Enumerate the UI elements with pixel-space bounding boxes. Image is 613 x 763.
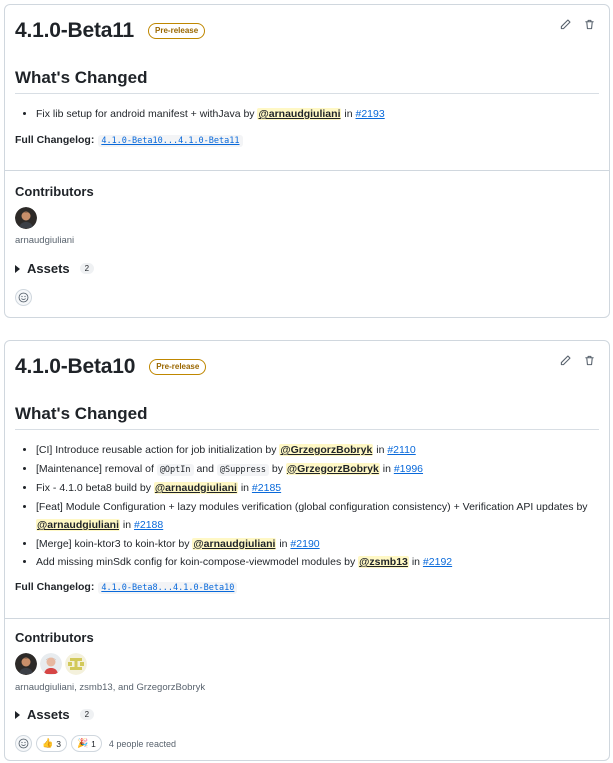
reaction-count: 1 [91,738,96,749]
release-actions [559,18,595,30]
contributors-heading: Contributors [15,184,94,199]
change-in-text: in [120,519,135,531]
release-title-row: 4.1.0-Beta11 Pre-release [15,19,206,43]
change-in-text: in [379,462,394,475]
change-in-text: in [237,482,252,494]
change-text: and [193,462,217,475]
change-text: [Feat] Module Configuration + lazy modul… [36,500,588,513]
reactions-bar [15,289,32,306]
change-text: [CI] Introduce reusable action for job i… [36,444,280,456]
list-item: Fix lib setup for android manifest + wit… [36,105,601,124]
change-in-text: in [341,108,356,120]
release-title[interactable]: 4.1.0-Beta11 [15,19,134,43]
reaction-hooray[interactable]: 🎉 1 [70,735,102,752]
user-mention-link[interactable]: @arnaudgiuliani [36,519,120,531]
change-text: [Merge] koin-ktor3 to koin-ktor by [36,537,193,550]
reaction-count: 3 [56,738,61,749]
change-in-text: in [276,537,291,550]
assets-count-badge: 2 [79,709,95,720]
avatar[interactable] [65,653,87,675]
divider [5,618,609,619]
reactions-bar: 👍 3 🎉 1 4 people reacted [15,735,176,752]
pr-link[interactable]: #2110 [387,444,415,456]
user-mention-link[interactable]: @GrzegorzBobryk [285,462,380,475]
assets-label: Assets [27,707,70,722]
caret-right-icon [15,710,20,719]
avatar[interactable] [15,207,37,229]
assets-label: Assets [27,261,70,276]
pr-link[interactable]: #2193 [356,108,385,120]
caret-right-icon [15,264,20,273]
release-card-beta11: 4.1.0-Beta11 Pre-release What's Changed … [4,4,610,318]
whats-changed-heading: What's Changed [15,68,599,94]
pr-link[interactable]: #2190 [290,538,319,550]
pr-link[interactable]: #2188 [134,519,163,531]
change-in-text: in [408,556,423,568]
contributor-avatars [15,653,87,675]
change-text: [Maintenance] removal of [36,462,157,475]
user-mention-link[interactable]: @arnaudgiuliani [153,482,238,494]
contributors-heading: Contributors [15,630,94,645]
change-in-text: in [373,444,388,456]
assets-toggle[interactable]: Assets 2 [15,261,95,276]
contributor-avatars [15,207,37,229]
changes-list: Fix lib setup for android manifest + wit… [36,105,601,124]
release-card-beta10: 4.1.0-Beta10 Pre-release What's Changed … [4,340,610,761]
avatar[interactable] [15,653,37,675]
user-mention-link[interactable]: @GrzegorzBobryk [279,444,374,456]
pr-link[interactable]: #2192 [423,556,452,568]
contributor-names[interactable]: arnaudgiuliani, zsmb13, and GrzegorzBobr… [15,682,205,693]
changelog-label: Full Changelog: [15,134,95,146]
changelog-label: Full Changelog: [15,581,95,593]
user-mention-link[interactable]: @arnaudgiuliani [257,108,342,120]
contributor-names[interactable]: arnaudgiuliani [15,235,74,246]
release-title[interactable]: 4.1.0-Beta10 [15,355,135,379]
release-actions [559,354,595,366]
reacted-summary: 4 people reacted [108,738,176,749]
pencil-icon[interactable] [559,354,571,366]
full-changelog: Full Changelog: 4.1.0-Beta8...4.1.0-Beta1… [15,581,238,594]
avatar[interactable] [40,653,62,675]
assets-toggle[interactable]: Assets 2 [15,707,95,722]
user-mention-link[interactable]: @arnaudgiuliani [192,537,277,550]
change-text: by [268,462,286,475]
list-item: [Merge] koin-ktor3 to koin-ktor by @arna… [36,535,601,554]
thumbs-up-icon: 👍 [42,738,54,749]
change-text: Fix - 4.1.0 beta8 build by [36,482,154,494]
pr-link[interactable]: #2185 [252,482,281,494]
changelog-link[interactable]: 4.1.0-Beta8...4.1.0-Beta10 [98,582,238,594]
code-optin: @OptIn [156,463,194,476]
divider [5,170,609,171]
smiley-icon[interactable] [15,289,32,306]
pre-release-badge: Pre-release [148,23,206,39]
smiley-icon[interactable] [15,735,32,752]
code-suppress: @Suppress [216,463,269,476]
whats-changed-heading: What's Changed [15,404,599,430]
party-popper-icon: 🎉 [76,738,89,749]
full-changelog: Full Changelog: 4.1.0-Beta10...4.1.0-Beta… [15,134,243,147]
pr-link[interactable]: #1996 [394,463,423,475]
change-text: Fix lib setup for android manifest + wit… [36,108,258,120]
list-item: [Feat] Module Configuration + lazy modul… [36,498,601,535]
list-item: Add missing minSdk config for koin-compo… [36,553,601,572]
list-item: [CI] Introduce reusable action for job i… [36,441,601,460]
reaction-thumbs-up[interactable]: 👍 3 [36,735,67,752]
release-title-row: 4.1.0-Beta10 Pre-release [15,355,207,379]
list-item: [Maintenance] removal of @OptIn and @Sup… [36,460,601,480]
trash-icon[interactable] [583,354,595,366]
changes-list: [CI] Introduce reusable action for job i… [36,441,601,572]
list-item: Fix - 4.1.0 beta8 build by @arnaudgiulia… [36,479,601,498]
assets-count-badge: 2 [79,263,95,274]
trash-icon[interactable] [583,18,595,30]
pencil-icon[interactable] [559,18,571,30]
change-text: Add missing minSdk config for koin-compo… [36,556,359,568]
pre-release-badge: Pre-release [149,359,207,375]
user-mention-link[interactable]: @zsmb13 [358,556,409,568]
changelog-link[interactable]: 4.1.0-Beta10...4.1.0-Beta11 [98,135,243,147]
